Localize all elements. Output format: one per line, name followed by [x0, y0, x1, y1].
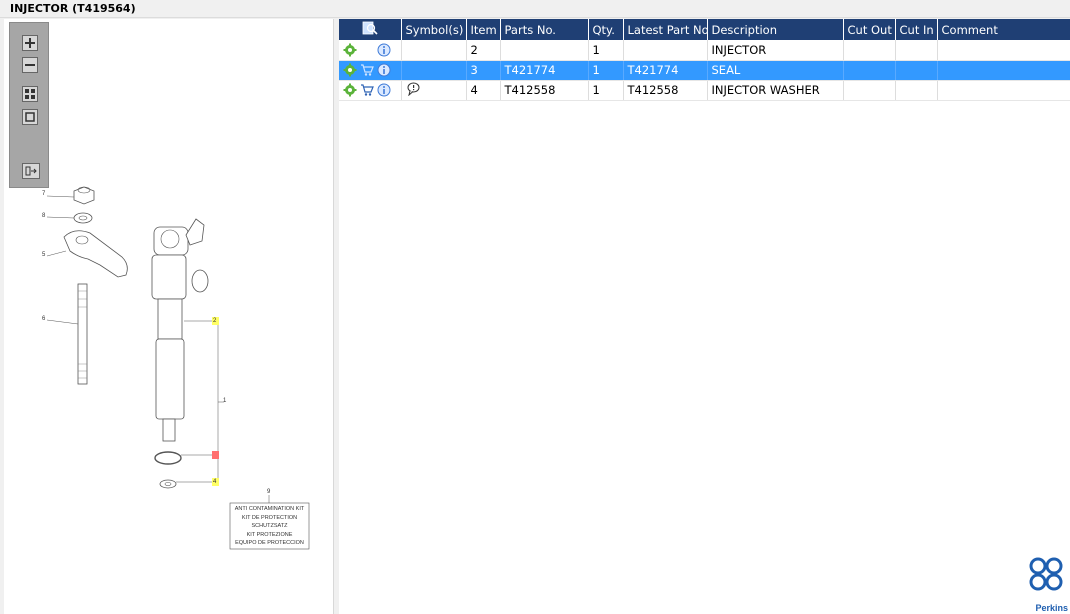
cut-in-cell: [895, 60, 938, 81]
search-parts-icon[interactable]: [362, 21, 378, 35]
row-actions: [339, 40, 402, 61]
header-comment[interactable]: Comment: [937, 19, 1070, 40]
row-actions: [339, 60, 402, 81]
qty-cell: 1: [588, 80, 624, 101]
header-item[interactable]: Item: [466, 19, 501, 40]
qty-cell: 1: [588, 60, 624, 81]
callout-1[interactable]: 1: [223, 398, 226, 404]
callout-8[interactable]: 8: [42, 213, 45, 219]
cut-out-cell: [843, 60, 896, 81]
table-header: Symbol(s) Item Parts No. Qty. Latest Par…: [339, 19, 1070, 40]
header-search[interactable]: [339, 19, 402, 40]
injector-washer-part[interactable]: [159, 479, 177, 489]
kit-label: ANTI CONTAMINATION KIT KIT DE PROTECTION…: [230, 505, 309, 548]
header-description[interactable]: Description: [707, 19, 844, 40]
cart-icon[interactable]: [360, 83, 374, 97]
cut-out-cell: [843, 80, 896, 101]
seal-part[interactable]: [154, 451, 182, 465]
latest-part-no-cell: T421774: [623, 60, 708, 81]
info-icon[interactable]: [377, 43, 391, 57]
parts-table: Symbol(s) Item Parts No. Qty. Latest Par…: [339, 19, 1070, 101]
item-cell: 4: [466, 80, 501, 101]
perkins-logo-icon: [1029, 557, 1063, 591]
part-no-cell: T421774: [500, 60, 589, 81]
callout-box-3[interactable]: [212, 451, 219, 459]
symbols-cell: [401, 80, 467, 101]
kit-label-line: ANTI CONTAMINATION KIT: [234, 506, 305, 512]
callout-4[interactable]: 4: [213, 479, 216, 485]
header-parts-no[interactable]: Parts No.: [500, 19, 589, 40]
kit-label-line: SCHUTZSATZ: [251, 523, 288, 530]
info-icon[interactable]: [377, 63, 391, 77]
symbols-cell: [401, 40, 467, 61]
page-title: INJECTOR (T419564): [10, 2, 136, 15]
comment-cell: [937, 80, 1070, 101]
comment-cell: [937, 40, 1070, 61]
gear-icon[interactable]: [343, 63, 357, 77]
part-no-cell: T412558: [500, 80, 589, 101]
header-cut-in[interactable]: Cut In: [895, 19, 938, 40]
comment-cell: [937, 60, 1070, 81]
description-cell: INJECTOR WASHER: [707, 80, 844, 101]
washer-part[interactable]: [73, 212, 93, 224]
callout-5[interactable]: 5: [42, 252, 45, 258]
row-actions: [339, 80, 402, 101]
header-latest-part-no[interactable]: Latest Part No.: [623, 19, 708, 40]
callout-7[interactable]: 7: [42, 191, 45, 197]
header-qty[interactable]: Qty.: [588, 19, 624, 40]
header-symbols[interactable]: Symbol(s): [401, 19, 467, 40]
parts-list-pane: Symbol(s) Item Parts No. Qty. Latest Par…: [339, 19, 1070, 614]
table-row[interactable]: 4 T412558 1 T412558 INJECTOR WASHER: [339, 80, 1070, 101]
cart-icon[interactable]: [360, 63, 374, 77]
description-cell: SEAL: [707, 60, 844, 81]
nut-part[interactable]: [73, 186, 95, 205]
gear-icon[interactable]: [343, 43, 357, 57]
title-bar: INJECTOR (T419564): [0, 0, 1070, 18]
latest-part-no-cell: [623, 40, 708, 61]
cut-in-cell: [895, 40, 938, 61]
stud-part[interactable]: [77, 283, 88, 385]
item-cell: 3: [466, 60, 501, 81]
gear-icon[interactable]: [343, 83, 357, 97]
item-cell: 2: [466, 40, 501, 61]
description-cell: INJECTOR: [707, 40, 844, 61]
app-window: INJECTOR (T419564) 7 8 5 6 2 1 4 9 ANTI …: [0, 0, 1070, 614]
brand-name: Perkins: [1035, 603, 1068, 613]
info-icon[interactable]: [377, 83, 391, 97]
cut-out-cell: [843, 40, 896, 61]
injector-part[interactable]: [151, 218, 209, 442]
kit-label-line: KIT PROTEZIONE: [246, 531, 293, 538]
cut-in-cell: [895, 80, 938, 101]
clamp-part[interactable]: [63, 230, 128, 278]
qty-cell: 1: [588, 40, 624, 61]
latest-part-no-cell: T412558: [623, 80, 708, 101]
diagram-pane[interactable]: 7 8 5 6 2 1 4 9 ANTI CONTAMINATION KIT K…: [4, 19, 334, 614]
table-row[interactable]: 2 1 INJECTOR: [339, 40, 1070, 61]
part-no-cell: [500, 40, 589, 61]
kit-label-line: EQUIPO DE PROTECCION: [235, 540, 304, 547]
table-row-selected[interactable]: 3 T421774 1 T421774 SEAL: [339, 60, 1070, 81]
callout-9[interactable]: 9: [267, 489, 270, 495]
callout-2[interactable]: 2: [213, 318, 216, 324]
kit-label-line: KIT DE PROTECTION: [241, 514, 298, 521]
header-cut-out[interactable]: Cut Out: [843, 19, 896, 40]
note-balloon-icon[interactable]: [406, 82, 420, 96]
callout-6[interactable]: 6: [42, 316, 45, 322]
symbols-cell: [401, 60, 467, 81]
